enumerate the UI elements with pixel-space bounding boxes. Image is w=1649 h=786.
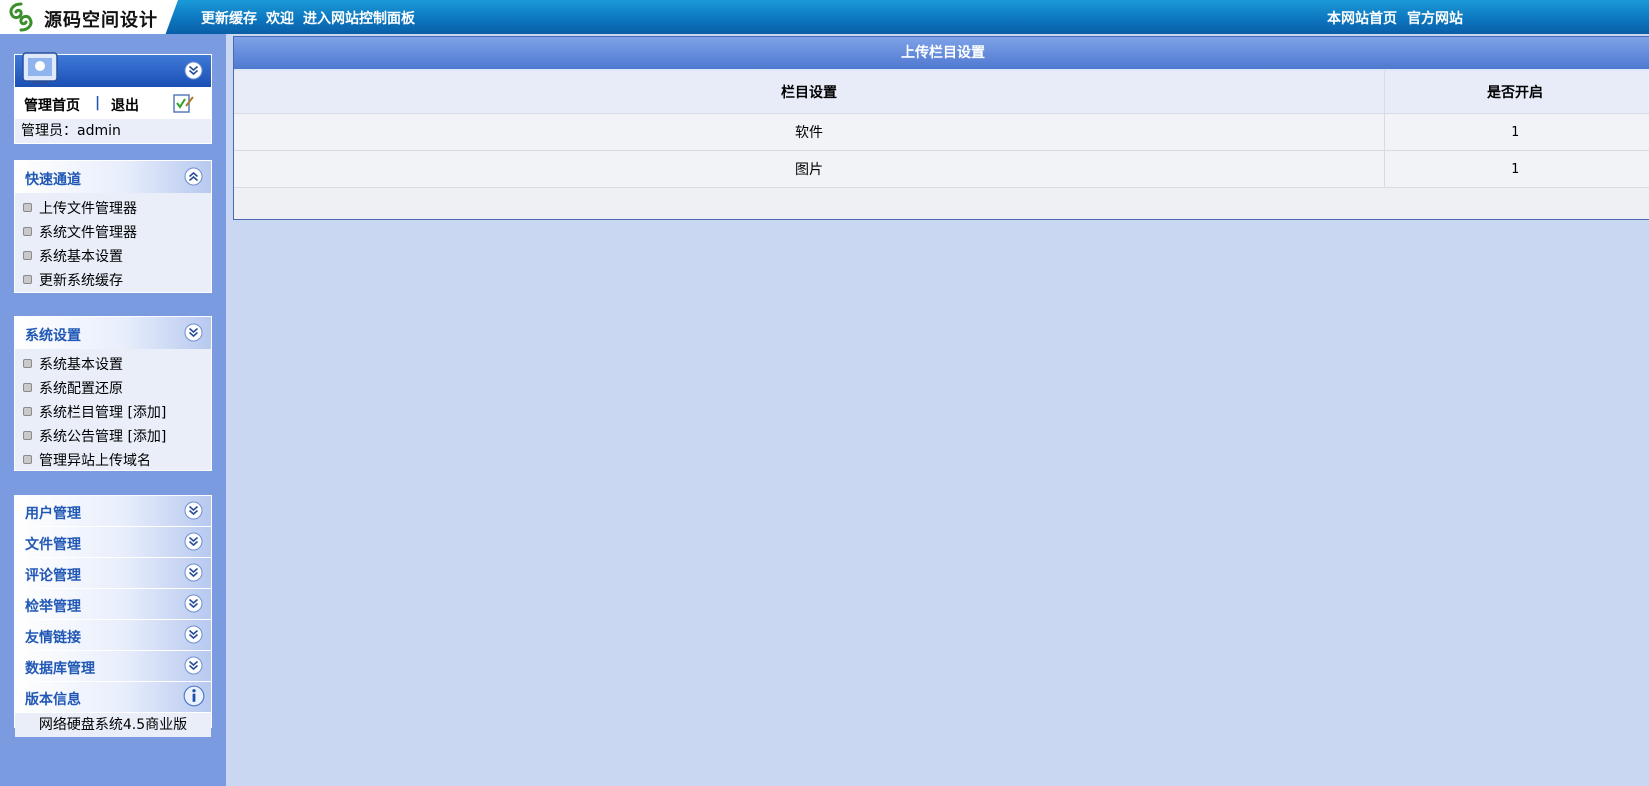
bullet-icon [23, 359, 32, 368]
menu-item-update-cache[interactable]: 更新系统缓存 [15, 269, 211, 293]
admin-home-link[interactable]: 管理首页 [24, 95, 80, 115]
row-enabled-cell: 1 [1511, 161, 1519, 177]
admin-avatar-icon [22, 52, 58, 84]
menu-item-notice-management[interactable]: 系统公告管理 [添加] [15, 425, 211, 449]
table-header-row: 栏目设置 是否开启 [234, 71, 1649, 114]
row-name-cell: 软件 [234, 114, 1385, 150]
panel-user-management[interactable]: 用户管理 [15, 496, 211, 527]
table-row: 软件 1 [234, 114, 1649, 151]
logo[interactable]: 源码空间设计 [0, 0, 178, 34]
menu-item-system-file-manager[interactable]: 系统文件管理器 [15, 221, 211, 245]
site-home-link[interactable]: 本网站首页 [1327, 8, 1397, 28]
bullet-icon [23, 227, 32, 236]
admin-links-row: 管理首页 | 退出 [15, 87, 211, 119]
collapse-admin-icon[interactable] [184, 61, 203, 80]
chevron-down-icon[interactable] [184, 563, 203, 582]
column-header-enabled: 是否开启 [1487, 85, 1543, 101]
panel-version-info[interactable]: 版本信息 [15, 682, 211, 713]
system-settings-title: 系统设置 [25, 328, 81, 344]
info-icon[interactable] [183, 685, 205, 707]
bullet-icon [23, 407, 32, 416]
menu-item-system-basic-settings[interactable]: 系统基本设置 [15, 353, 211, 377]
upload-column-settings-panel: 上传栏目设置 栏目设置 是否开启 软件 1 图片 1 [233, 36, 1649, 220]
logout-link[interactable]: 退出 [111, 95, 139, 115]
bullet-icon [23, 455, 32, 464]
collapsed-panels: 用户管理 文件管理 评论管理 检举管理 友情链接 数据库管理 版本信息 网络硬盘… [14, 495, 212, 737]
panel-database-management[interactable]: 数据库管理 [15, 651, 211, 682]
edit-note-icon[interactable] [171, 91, 195, 115]
quick-panel-title: 快速通道 [25, 172, 81, 188]
system-settings-panel: 系统设置 系统基本设置 系统配置还原 系统栏目管理 [添加] 系统公告管理 [添… [14, 316, 212, 471]
panel-friend-links[interactable]: 友情链接 [15, 620, 211, 651]
panel-comment-management[interactable]: 评论管理 [15, 558, 211, 589]
bullet-icon [23, 251, 32, 260]
chevron-down-icon[interactable] [184, 594, 203, 613]
chevron-down-icon[interactable] [184, 501, 203, 520]
bullet-icon [23, 203, 32, 212]
row-name-cell: 图片 [234, 151, 1385, 187]
admin-name: 管理员：admin [15, 119, 211, 143]
menu-item-upload-file-manager[interactable]: 上传文件管理器 [15, 197, 211, 221]
welcome-link[interactable]: 欢迎 [266, 8, 294, 28]
column-header-setting: 栏目设置 [234, 71, 1385, 113]
row-enabled-cell: 1 [1511, 124, 1519, 140]
panel-report-management[interactable]: 检举管理 [15, 589, 211, 620]
bullet-icon [23, 431, 32, 440]
chevron-down-icon[interactable] [184, 625, 203, 644]
quick-panel-header[interactable]: 快速通道 [15, 161, 211, 193]
version-text: 网络硬盘系统4.5商业版 [15, 713, 211, 737]
logo-swirl-icon [9, 2, 33, 32]
official-site-link[interactable]: 官方网站 [1407, 8, 1463, 28]
system-settings-header[interactable]: 系统设置 [15, 317, 211, 349]
admin-panel: 管理首页 | 退出 管理员：admin [14, 52, 212, 144]
quick-panel: 快速通道 上传文件管理器 系统文件管理器 系统基本设置 更新系统缓存 [14, 160, 212, 293]
admin-separator: | [95, 95, 101, 111]
panel-file-management[interactable]: 文件管理 [15, 527, 211, 558]
control-panel-link[interactable]: 进入网站控制面板 [303, 8, 415, 28]
bullet-icon [23, 275, 32, 284]
chevron-down-icon[interactable] [184, 323, 203, 342]
menu-item-config-restore[interactable]: 系统配置还原 [15, 377, 211, 401]
menu-item-column-management[interactable]: 系统栏目管理 [添加] [15, 401, 211, 425]
logo-text: 源码空间设计 [44, 10, 158, 31]
table-row: 图片 1 [234, 151, 1649, 188]
admin-panel-header [15, 52, 211, 87]
collapse-up-icon[interactable] [184, 167, 203, 186]
settings-table: 栏目设置 是否开启 软件 1 图片 1 [234, 71, 1649, 188]
chevron-down-icon[interactable] [184, 656, 203, 675]
chevron-down-icon[interactable] [184, 532, 203, 551]
menu-item-upload-domains[interactable]: 管理异站上传域名 [15, 449, 211, 473]
top-bar: 源码空间设计 更新缓存 欢迎 进入网站控制面板 本网站首页 官方网站 [0, 0, 1649, 34]
menu-item-basic-settings[interactable]: 系统基本设置 [15, 245, 211, 269]
main-title: 上传栏目设置 [234, 37, 1649, 71]
update-cache-link[interactable]: 更新缓存 [201, 8, 257, 28]
bullet-icon [23, 383, 32, 392]
